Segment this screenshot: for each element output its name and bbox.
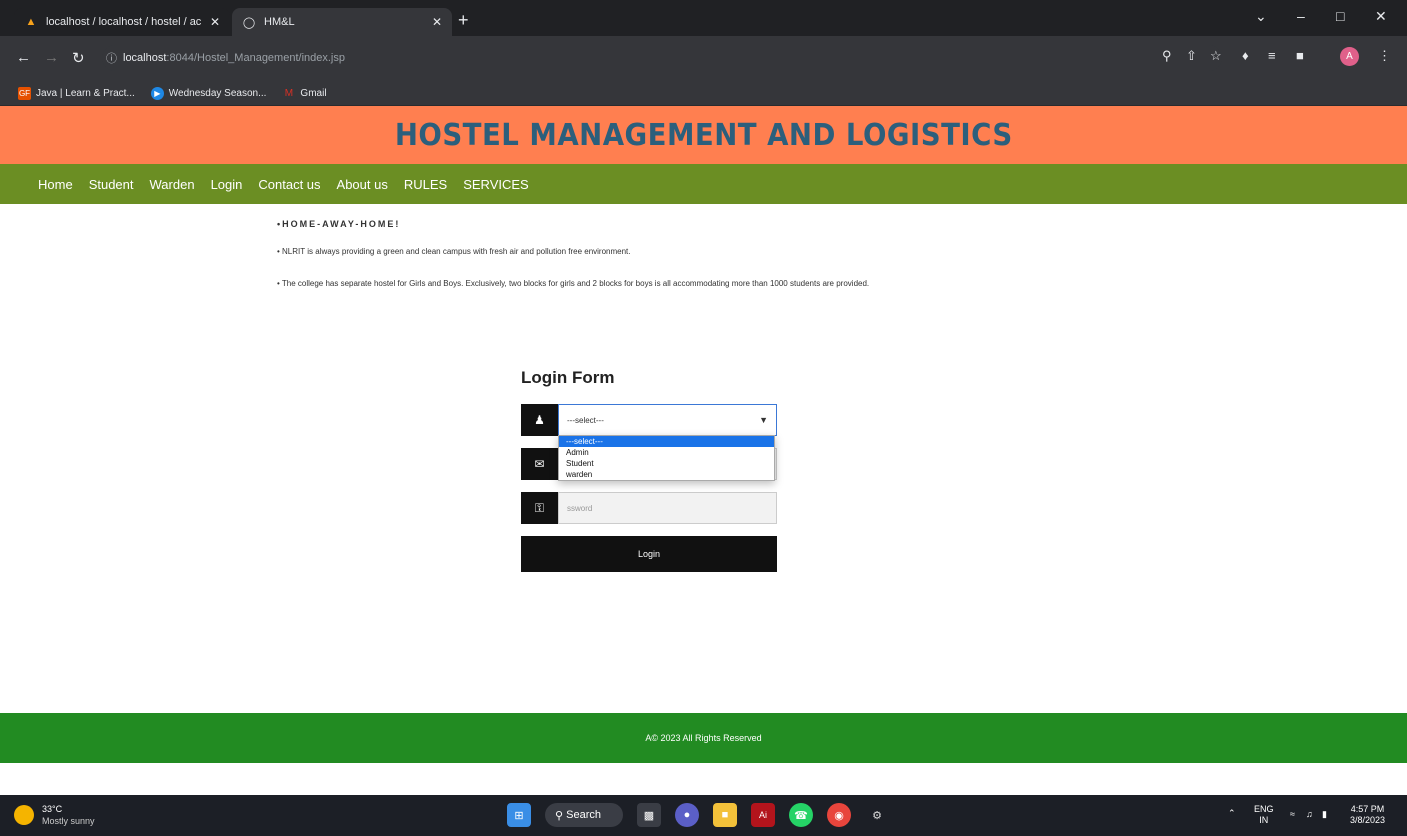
browser-toolbar: ← → ↻ ⓘ localhost :8044/Hostel_Managemen… xyxy=(0,36,1407,82)
tab-hml[interactable]: ◯ HM&L ✕ xyxy=(232,8,452,36)
language-code: ENG xyxy=(1254,804,1274,814)
zoom-icon[interactable]: ⚲ xyxy=(1162,48,1172,64)
task-view-icon[interactable]: ▩ xyxy=(637,803,661,827)
bookmark-star-icon[interactable]: ☆ xyxy=(1210,48,1222,64)
menu-icon[interactable]: ⋮ xyxy=(1378,48,1391,64)
clock-date: 3/8/2023 xyxy=(1350,815,1386,825)
chevron-down-icon: ▼ xyxy=(759,415,768,425)
login-heading: Login Form xyxy=(521,368,615,387)
tab-title: localhost / localhost / hostel / ac xyxy=(46,16,202,28)
globe-icon: ◯ xyxy=(242,16,256,29)
envelope-icon: ✉ xyxy=(521,448,558,480)
copyright-text: A© 2023 All Rights Reserved xyxy=(645,733,762,743)
role-select-value: ---select--- xyxy=(567,415,604,425)
reload-icon[interactable]: ↻ xyxy=(72,49,85,67)
login-button[interactable]: Login xyxy=(521,536,777,572)
bookmark-wednesday[interactable]: ▶ Wednesday Season... xyxy=(150,87,267,100)
nav-student[interactable]: Student xyxy=(89,177,134,192)
side-panel-icon[interactable]: ■ xyxy=(1296,48,1304,63)
site-footer: A© 2023 All Rights Reserved xyxy=(0,713,1407,763)
intro-line: • The college has separate hostel for Gi… xyxy=(277,279,870,288)
site-navbar: Home Student Warden Login Contact us Abo… xyxy=(0,164,1407,204)
taskbar-search[interactable]: ⚲ Search xyxy=(545,803,623,827)
sun-icon xyxy=(14,805,34,825)
taskbar: 33°C Mostly sunny ⊞ ⚲ Search ▩ ● ■ Ai ☎ … xyxy=(0,795,1407,836)
nav-contact[interactable]: Contact us xyxy=(258,177,320,192)
address-bar[interactable]: ⓘ localhost :8044/Hostel_Management/inde… xyxy=(102,45,1222,71)
new-tab-button[interactable]: + xyxy=(458,10,469,31)
battery-icon[interactable]: ▮ xyxy=(1322,809,1327,820)
back-icon[interactable]: ← xyxy=(16,49,31,66)
nav-login[interactable]: Login xyxy=(211,177,243,192)
password-row: ⚿ ssword xyxy=(521,492,777,524)
site-banner: HOSTEL MANAGEMENT AND LOGISTICS xyxy=(0,106,1407,164)
bookmark-gmail[interactable]: M Gmail xyxy=(282,87,327,100)
user-icon: ♟ xyxy=(521,404,558,436)
page-title: HOSTEL MANAGEMENT AND LOGISTICS xyxy=(394,117,1013,153)
role-dropdown-list: ---select--- Admin Student warden xyxy=(558,435,775,481)
extensions-icon[interactable]: ♦ xyxy=(1242,48,1249,63)
reading-list-icon[interactable]: ≡ xyxy=(1268,48,1276,63)
weather-widget[interactable]: 33°C Mostly sunny xyxy=(14,803,95,827)
role-option-select[interactable]: ---select--- xyxy=(559,436,774,447)
forward-icon[interactable]: → xyxy=(44,49,59,66)
share-icon[interactable]: ⇧ xyxy=(1186,48,1197,64)
phpmyadmin-icon: ▲ xyxy=(25,16,37,28)
search-label: Search xyxy=(566,809,601,821)
language-indicator[interactable]: ENG IN xyxy=(1254,804,1274,826)
role-option-admin[interactable]: Admin xyxy=(559,447,774,458)
nav-home[interactable]: Home xyxy=(38,177,73,192)
maximize-button[interactable]: □ xyxy=(1336,8,1344,24)
password-field[interactable]: ssword xyxy=(558,492,777,524)
taskbar-apps: ⊞ ⚲ Search ▩ ● ■ Ai ☎ ◉ ⚙ xyxy=(500,803,896,827)
url-host: localhost xyxy=(123,52,167,64)
close-tab-icon[interactable]: ✕ xyxy=(432,15,442,29)
gmail-icon: M xyxy=(284,88,294,99)
role-option-student[interactable]: Student xyxy=(559,458,774,469)
close-window-button[interactable]: ✕ xyxy=(1375,8,1387,25)
volume-icon[interactable]: ♫ xyxy=(1306,809,1313,820)
close-tab-icon[interactable]: ✕ xyxy=(210,15,220,29)
intro-heading: •HOME-AWAY-HOME! xyxy=(277,219,401,229)
file-explorer-icon[interactable]: ■ xyxy=(713,803,737,827)
bookmark-java[interactable]: GF Java | Learn & Pract... xyxy=(18,87,135,100)
chevron-up-icon[interactable]: ⌃ xyxy=(1228,808,1236,819)
tab-phpmyadmin[interactable]: ▲ localhost / localhost / hostel / ac ✕ xyxy=(14,8,230,36)
url-path: :8044/Hostel_Management/index.jsp xyxy=(166,52,345,64)
java-bookmark-icon: GF xyxy=(18,87,31,100)
role-row: ♟ ---select--- ▼ xyxy=(521,404,777,436)
minimize-button[interactable]: – xyxy=(1297,8,1305,24)
intro-line: • NLRIT is always providing a green and … xyxy=(277,247,631,256)
whatsapp-icon[interactable]: ☎ xyxy=(789,803,813,827)
weather-text: Mostly sunny xyxy=(42,816,95,826)
settings-icon[interactable]: ⚙ xyxy=(865,803,889,827)
temperature: 33°C xyxy=(42,804,63,814)
clock[interactable]: 4:57 PM 3/8/2023 xyxy=(1350,804,1385,826)
role-option-warden[interactable]: warden xyxy=(559,469,774,480)
bookmark-label: Gmail xyxy=(300,88,327,99)
nav-about[interactable]: About us xyxy=(337,177,388,192)
tab-title: HM&L xyxy=(264,16,295,28)
windows-start-icon[interactable]: ⊞ xyxy=(507,803,531,827)
intro-section: •HOME-AWAY-HOME! • NLRIT is always provi… xyxy=(277,219,1077,311)
clock-time: 4:57 PM xyxy=(1350,804,1385,814)
role-select[interactable]: ---select--- ▼ xyxy=(558,404,777,436)
site-info-icon[interactable]: ⓘ xyxy=(106,50,117,66)
bookmark-label: Java | Learn & Pract... xyxy=(36,88,135,99)
teams-icon[interactable]: ● xyxy=(675,803,699,827)
bookmarks-bar: GF Java | Learn & Pract... ▶ Wednesday S… xyxy=(0,82,1407,106)
wifi-icon[interactable]: ≈ xyxy=(1290,809,1295,820)
chrome-icon[interactable]: ◉ xyxy=(827,803,851,827)
tab-search-icon[interactable]: ⌄ xyxy=(1255,8,1267,25)
nav-rules[interactable]: RULES xyxy=(404,177,447,192)
region-code: IN xyxy=(1259,815,1269,825)
key-icon: ⚿ xyxy=(521,492,558,524)
play-icon: ▶ xyxy=(150,87,164,100)
bookmark-label: Wednesday Season... xyxy=(168,88,267,99)
illustrator-icon[interactable]: Ai xyxy=(751,803,775,827)
browser-tabstrip: ▲ localhost / localhost / hostel / ac ✕ … xyxy=(0,0,1407,36)
profile-avatar[interactable]: A xyxy=(1340,47,1359,66)
nav-services[interactable]: SERVICES xyxy=(463,177,529,192)
nav-warden[interactable]: Warden xyxy=(150,177,195,192)
